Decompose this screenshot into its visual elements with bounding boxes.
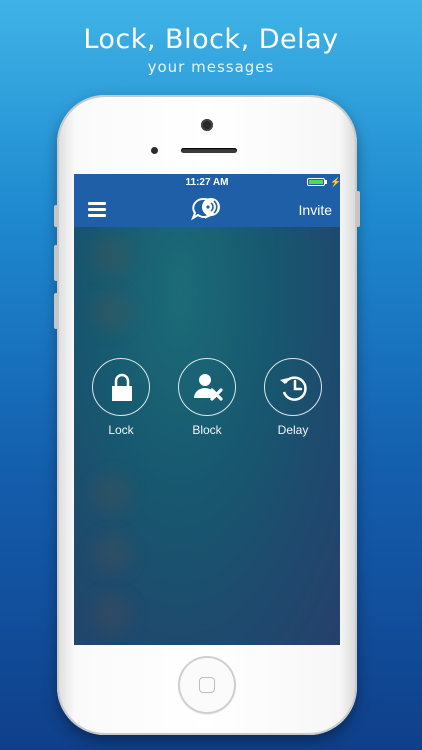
lock-button[interactable] <box>92 358 150 416</box>
mute-switch <box>54 205 58 227</box>
charging-icon: ⚡ <box>330 177 340 187</box>
front-camera <box>201 119 213 131</box>
nav-bar: Invite <box>74 192 340 227</box>
padlock-icon <box>112 373 132 401</box>
home-button[interactable] <box>178 656 236 714</box>
battery-tip <box>325 180 327 184</box>
volume-down-button <box>54 293 58 329</box>
earpiece-speaker <box>181 148 237 153</box>
volume-up-button <box>54 245 58 281</box>
blurred-avatar <box>92 292 132 332</box>
power-button <box>356 191 360 227</box>
invite-button[interactable]: Invite <box>299 202 332 218</box>
hamburger-icon[interactable] <box>88 202 106 217</box>
chat-bubbles-signal-icon <box>191 197 220 221</box>
proximity-sensor <box>151 147 158 154</box>
clock-history-icon <box>280 376 307 401</box>
delay-label: Delay <box>277 423 309 437</box>
block-label: Block <box>192 423 222 437</box>
delay-button[interactable] <box>264 358 322 416</box>
blurred-avatar <box>92 236 132 276</box>
promo-headline: Lock, Block, Delay <box>83 24 339 55</box>
promo-subline: your messages <box>147 58 275 76</box>
status-time: 11:27 AM <box>185 177 229 188</box>
blurred-avatar <box>92 534 132 574</box>
user-block-icon <box>194 374 223 401</box>
battery-fill <box>309 180 323 184</box>
lock-label: Lock <box>108 423 134 437</box>
lock-action[interactable]: Lock <box>89 358 153 437</box>
blurred-avatar <box>92 474 132 514</box>
status-bar: 11:27 AM ⚡ <box>74 174 340 192</box>
phone-frame: 11:27 AM ⚡ Invite Lock Block Delay <box>54 95 360 735</box>
block-action[interactable]: Block <box>175 358 239 437</box>
battery-icon <box>307 178 325 186</box>
app-screen: 11:27 AM ⚡ Invite Lock Block Delay <box>74 174 340 645</box>
block-button[interactable] <box>178 358 236 416</box>
delay-action[interactable]: Delay <box>261 358 325 437</box>
home-square-icon <box>199 677 215 693</box>
blurred-avatar <box>92 594 132 634</box>
